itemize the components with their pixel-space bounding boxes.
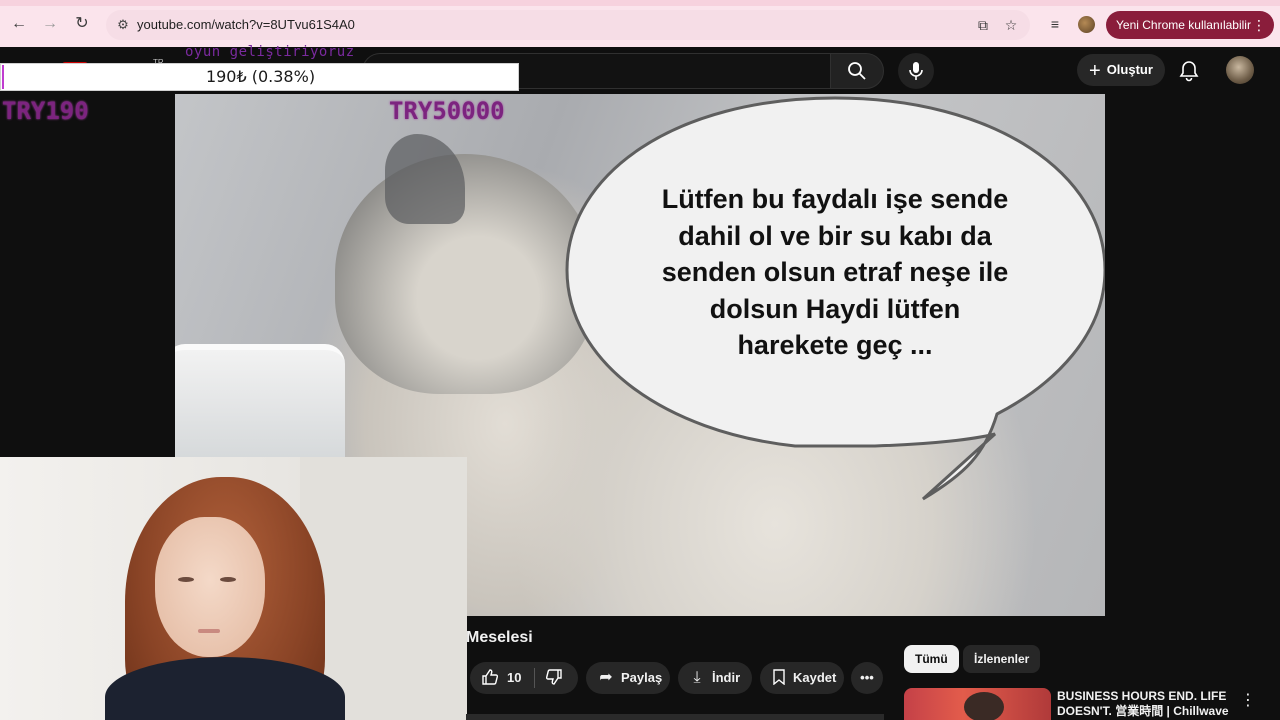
save-label: Kaydet	[793, 670, 837, 685]
speech-line: dahil ol ve bir su kabı da	[678, 220, 992, 251]
like-count[interactable]: 10	[507, 662, 521, 694]
thumbs-down-icon[interactable]	[544, 662, 564, 694]
like-divider	[534, 668, 535, 688]
share-label: Paylaş	[621, 670, 663, 685]
notifications-button[interactable]	[1176, 58, 1202, 84]
url-text[interactable]: youtube.com/watch?v=8UTvu61S4A0	[137, 17, 355, 32]
speech-line: Lütfen bu faydalı işe sende	[661, 184, 1009, 214]
save-button[interactable]: Kaydet	[760, 662, 844, 694]
bookmark-icon	[769, 662, 789, 694]
chip-watched[interactable]: İzlenenler	[963, 645, 1041, 673]
donation-goal-bar: 190₺ (0.38%)	[0, 63, 519, 91]
thumbnail-art	[964, 692, 1004, 720]
share-icon: ➦	[599, 669, 613, 686]
thumbs-up-icon[interactable]	[480, 662, 500, 694]
bell-icon	[1179, 61, 1199, 82]
reading-list-icon[interactable]: ≡	[1046, 15, 1064, 33]
streamer-mouth	[198, 629, 220, 633]
tab-strip	[0, 0, 1280, 6]
more-vert-icon[interactable]: ⋮	[1240, 690, 1256, 710]
speech-bubble-text: Lütfen bu faydalı işe sende dahil ol ve …	[615, 181, 1055, 364]
chrome-update-label: Yeni Chrome kullanılabilir	[1116, 18, 1251, 32]
profile-avatar[interactable]	[1078, 16, 1095, 33]
reload-icon[interactable]: ↻	[73, 15, 91, 33]
speech-line: senden olsun etraf neşe ile	[661, 257, 1009, 287]
site-settings-icon[interactable]: ⚙	[114, 16, 132, 34]
download-label: İndir	[712, 670, 741, 685]
search-icon	[848, 62, 866, 80]
webcam-overlay	[0, 457, 467, 720]
install-app-icon[interactable]: ⧉	[974, 16, 992, 34]
address-bar[interactable]: ⚙ youtube.com/watch?v=8UTvu61S4A0 ⧉ ☆	[106, 10, 1030, 40]
streamer-eye	[178, 577, 194, 582]
forward-icon[interactable]: →	[41, 15, 59, 33]
video-title: Meselesi	[466, 629, 533, 646]
more-horiz-icon: •••	[860, 670, 874, 685]
streamer-face	[155, 517, 265, 657]
donation-goal: TRY50000	[389, 97, 505, 125]
search-button[interactable]	[830, 53, 884, 89]
back-icon[interactable]: ←	[10, 15, 28, 33]
donation-current: TRY190	[2, 97, 89, 125]
create-button[interactable]: + Oluştur	[1077, 54, 1165, 86]
more-vert-icon[interactable]: ⋮	[1252, 11, 1266, 39]
chrome-update-button[interactable]: Yeni Chrome kullanılabilir ⋮	[1106, 11, 1274, 39]
comments-divider	[466, 714, 884, 720]
speech-line: harekete geç ...	[737, 330, 933, 360]
reco-title[interactable]: BUSINESS HOURS END. LIFE DOESN'T. 営業時間 |…	[1057, 689, 1237, 719]
chip-all[interactable]: Tümü	[904, 645, 959, 673]
browser-toolbar: ← → ↻ ⚙ youtube.com/watch?v=8UTvu61S4A0 …	[0, 0, 1280, 47]
more-actions-button[interactable]: •••	[851, 662, 883, 694]
streamer-eye	[220, 577, 236, 582]
donation-progress-text: 190₺ (0.38%)	[205, 67, 316, 86]
like-dislike-group: 10	[470, 662, 578, 694]
share-button[interactable]: ➦ Paylaş	[586, 662, 670, 694]
bookmark-star-icon[interactable]: ☆	[1002, 16, 1020, 34]
download-icon: ⤓	[693, 669, 701, 686]
download-button[interactable]: ⤓ İndir	[678, 662, 752, 694]
create-label: Oluştur	[1106, 62, 1153, 77]
microphone-icon	[909, 62, 923, 80]
speech-line: dolsun Haydi lütfen	[709, 293, 961, 324]
stream-overlay-title: oyun geliştiriyoruz	[185, 44, 355, 60]
reco-thumbnail[interactable]	[904, 688, 1051, 720]
account-avatar[interactable]	[1226, 56, 1254, 84]
voice-search-button[interactable]	[898, 53, 934, 89]
plus-icon: +	[1089, 60, 1101, 82]
